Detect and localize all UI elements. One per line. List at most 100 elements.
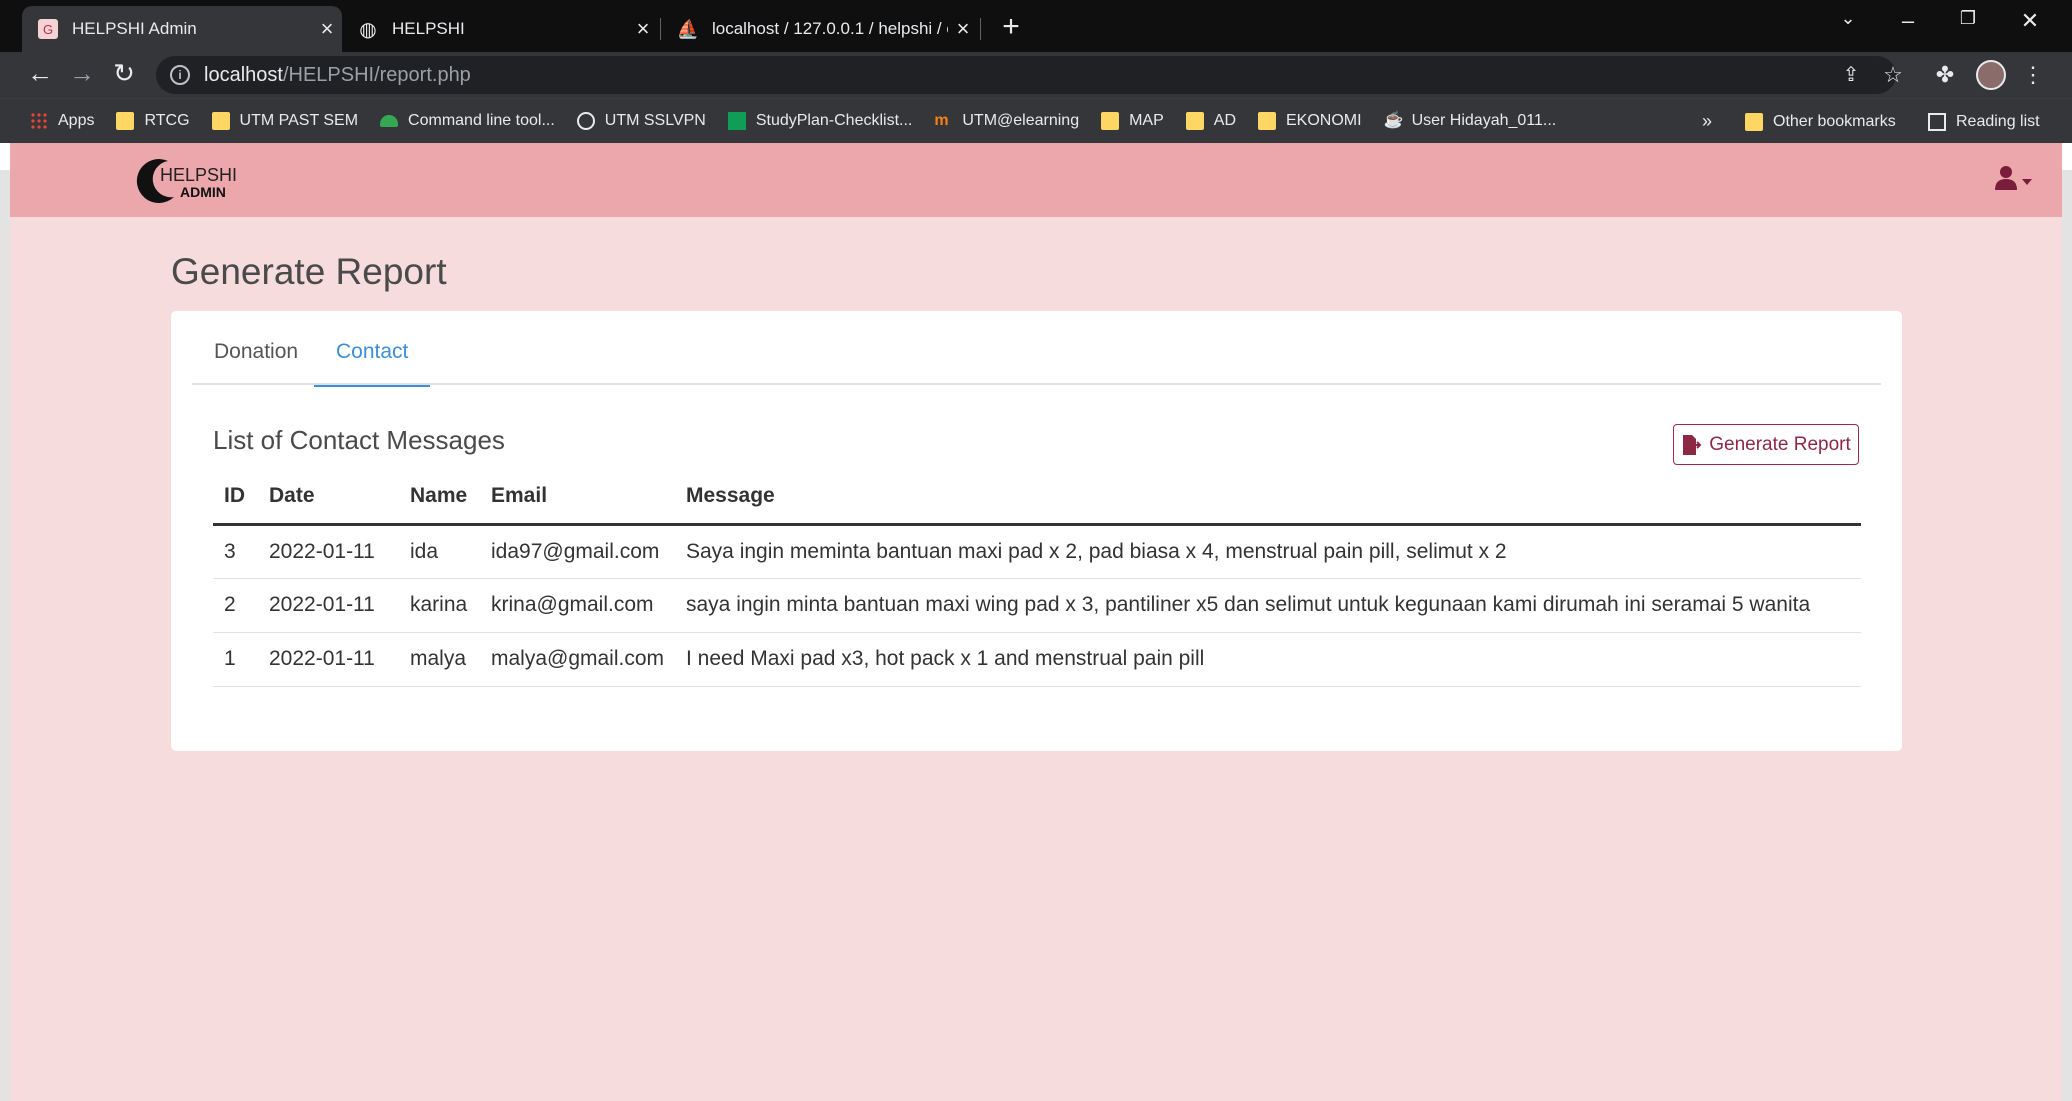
generate-report-button[interactable]: Generate Report — [1673, 424, 1859, 465]
globe-icon — [576, 112, 595, 130]
bookmark-utm-past-sem[interactable]: UTM PAST SEM — [211, 112, 358, 130]
cell-message: I need Maxi pad x3, hot pack x 1 and men… — [675, 632, 1861, 687]
reload-icon[interactable]: ↻ — [106, 58, 142, 89]
menu-kebab-icon[interactable]: ⋮ — [2018, 62, 2048, 88]
cell-date: 2022-01-11 — [258, 524, 399, 579]
page-title: Generate Report — [171, 251, 447, 292]
browser-toolbar: ← → ↻ i localhost/HELPSHI/report.php ⇪ ☆… — [0, 52, 2072, 98]
bookmarks-bar: Apps RTCG UTM PAST SEM Command line tool… — [0, 98, 2072, 143]
new-tab-icon[interactable]: + — [996, 10, 1026, 44]
bookmark-ad[interactable]: AD — [1185, 112, 1236, 130]
cell-id: 2 — [213, 578, 258, 633]
browser-tab-helpshi-admin[interactable]: G HELPSHI Admin × — [22, 6, 342, 52]
col-email: Email — [480, 469, 675, 526]
sheet-icon — [727, 112, 746, 130]
java-icon: ☕ — [1383, 112, 1404, 129]
bookmark-rtcg[interactable]: RTCG — [116, 112, 190, 130]
apps-grid-icon — [30, 112, 48, 130]
user-menu-dropdown[interactable] — [1994, 163, 2036, 195]
table-header-row: ID Date Name Email Message — [213, 469, 1861, 526]
browser-chrome: G HELPSHI Admin × ◍ HELPSHI × ⛵ localhos… — [0, 0, 2072, 143]
globe-icon: ◍ — [359, 18, 377, 41]
helpshi-favicon-icon: G — [38, 19, 58, 39]
report-card: Donation Contact List of Contact Message… — [171, 311, 1902, 751]
reading-list-icon — [1928, 112, 1946, 131]
close-tab-icon[interactable]: × — [628, 16, 658, 42]
cloud-icon — [380, 115, 399, 127]
url-host: localhost — [204, 63, 283, 86]
cell-email: krina@gmail.com — [480, 578, 675, 633]
bookmark-utm-elearning[interactable]: m UTM@elearning — [934, 112, 1079, 130]
table-row: 3 2022-01-11 ida ida97@gmail.com Saya in… — [213, 524, 1861, 579]
cell-name: karina — [399, 578, 480, 633]
tab-donation[interactable]: Donation — [192, 321, 320, 385]
tab-title: HELPSHI — [392, 19, 465, 38]
folder-icon — [1258, 112, 1276, 130]
extensions-puzzle-icon[interactable]: ✤ — [1930, 62, 1960, 88]
folder-icon — [1185, 112, 1204, 130]
back-arrow-icon[interactable]: ← — [22, 58, 58, 89]
close-tab-icon[interactable]: × — [312, 16, 342, 42]
col-id: ID — [213, 469, 258, 526]
bookmark-map[interactable]: MAP — [1101, 112, 1164, 130]
bookmark-user-hidayah[interactable]: ☕ User Hidayah_011... — [1384, 112, 1557, 130]
list-title: List of Contact Messages — [213, 425, 505, 455]
cell-name: malya — [399, 632, 480, 687]
cell-email: ida97@gmail.com — [480, 524, 675, 579]
profile-avatar[interactable] — [1976, 60, 2006, 90]
cell-id: 3 — [213, 524, 258, 579]
bookmark-star-icon[interactable]: ☆ — [1878, 62, 1908, 88]
col-name: Name — [399, 469, 480, 526]
browser-tab-phpmyadmin[interactable]: ⛵ localhost / 127.0.0.1 / helpshi / c × — [662, 6, 978, 52]
cell-email: malya@gmail.com — [480, 632, 675, 687]
user-icon — [1995, 166, 2032, 190]
minimize-icon[interactable]: – — [1888, 8, 1928, 34]
helpshi-admin-logo[interactable]: HELPSHI ADMIN — [134, 153, 244, 209]
phpmyadmin-icon: ⛵ — [676, 18, 700, 39]
tab-search-chevron-icon[interactable]: ⌄ — [1828, 8, 1868, 29]
report-tabs: Donation Contact — [192, 321, 1881, 387]
bookmark-command-line[interactable]: Command line tool... — [380, 112, 555, 130]
bookmarks-overflow[interactable]: » — [1702, 99, 1712, 144]
cell-message: saya ingin minta bantuan maxi wing pad x… — [675, 578, 1861, 633]
table-row: 2 2022-01-11 karina krina@gmail.com saya… — [213, 578, 1861, 633]
tab-contact[interactable]: Contact — [314, 321, 431, 387]
tab-title: localhost / 127.0.0.1 / helpshi / c — [712, 19, 948, 38]
tab-strip: G HELPSHI Admin × ◍ HELPSHI × ⛵ localhos… — [0, 0, 2072, 52]
tab-title: HELPSHI Admin — [72, 19, 197, 38]
logo-text-bottom: ADMIN — [180, 184, 226, 200]
url-path: /HELPSHI/report.php — [282, 63, 471, 86]
bookmark-apps[interactable]: Apps — [30, 112, 94, 130]
file-export-icon — [1683, 434, 1702, 455]
bookmark-studyplan[interactable]: StudyPlan-Checklist... — [727, 112, 912, 130]
folder-icon — [1101, 112, 1120, 130]
close-tab-icon[interactable]: × — [948, 16, 978, 42]
table-row: 1 2022-01-11 malya malya@gmail.com I nee… — [213, 632, 1861, 687]
logo-text-top: HELPSHI — [160, 165, 237, 185]
col-date: Date — [258, 469, 399, 526]
share-icon[interactable]: ⇪ — [1836, 62, 1866, 87]
reading-list[interactable]: Reading list — [1928, 99, 2040, 144]
bookmark-ekonomi[interactable]: EKONOMI — [1258, 112, 1362, 130]
folder-icon — [211, 112, 230, 130]
site-info-icon[interactable]: i — [170, 65, 190, 85]
contact-messages-table: ID Date Name Email Message 3 2022-01-11 … — [213, 469, 1861, 687]
cell-date: 2022-01-11 — [258, 632, 399, 687]
moodle-icon: m — [934, 112, 949, 129]
forward-arrow-icon[interactable]: → — [64, 58, 100, 89]
folder-icon — [116, 112, 135, 130]
bookmark-other[interactable]: Other bookmarks — [1745, 99, 1896, 144]
close-window-icon[interactable]: ✕ — [2010, 8, 2050, 34]
browser-tab-helpshi[interactable]: ◍ HELPSHI × — [342, 6, 658, 52]
address-bar[interactable]: i localhost/HELPSHI/report.php — [156, 56, 1896, 94]
bookmark-utm-sslvpn[interactable]: UTM SSLVPN — [576, 112, 706, 130]
cell-id: 1 — [213, 632, 258, 687]
col-message: Message — [675, 469, 1861, 526]
generate-report-label: Generate Report — [1709, 433, 1851, 455]
cell-name: ida — [399, 524, 480, 579]
cell-date: 2022-01-11 — [258, 578, 399, 633]
cell-message: Saya ingin meminta bantuan maxi pad x 2,… — [675, 524, 1861, 579]
app-navbar: HELPSHI ADMIN — [10, 143, 2062, 217]
page-content: HELPSHI ADMIN Generate Report Donation C… — [10, 143, 2062, 1101]
restore-icon[interactable]: ❐ — [1948, 8, 1988, 29]
